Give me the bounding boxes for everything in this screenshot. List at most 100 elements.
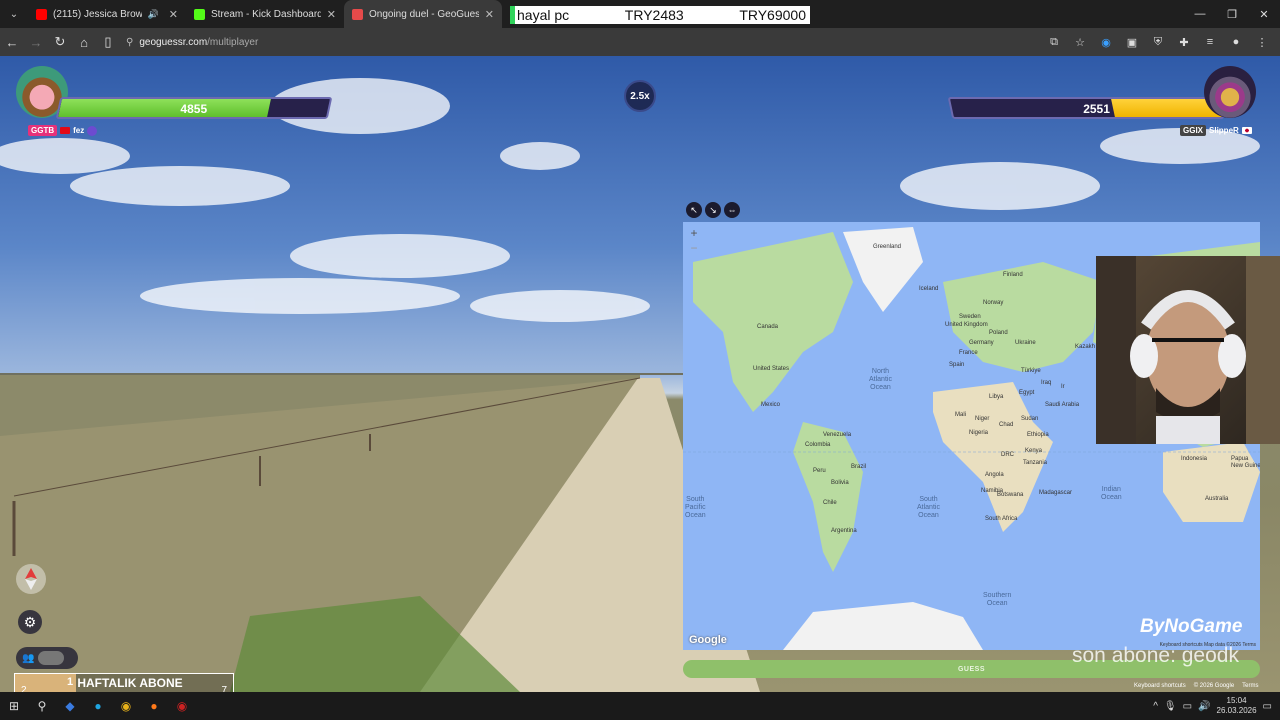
map-label: Ukraine [1015,340,1036,346]
map-label: Ethiopia [1027,432,1049,438]
map-zoom-controls: + − [687,226,701,255]
tab-favicon-icon [36,8,47,20]
spectators-button[interactable]: 👥 [16,647,78,669]
sub-goal-number: 1 [67,676,74,688]
ocean-label: North Atlantic Ocean [869,368,892,391]
compass-icon[interactable] [16,564,46,594]
app-icon-2[interactable]: ● [84,692,112,720]
firefox-icon[interactable]: ● [140,692,168,720]
map-enlarge-icon[interactable]: ↖ [686,202,702,218]
network-icon[interactable]: ▭ [1183,701,1192,712]
map-shrink-icon[interactable]: ↘ [705,202,721,218]
zoom-out-button[interactable]: − [687,241,701,255]
map-label: Chile [823,500,837,506]
last-subscriber: son abone: geodk [1072,644,1239,667]
volume-icon[interactable]: 🔊 [1198,701,1210,712]
map-label: Spain [949,362,965,368]
reload-button[interactable]: ↻ [48,30,72,54]
streetview-panorama[interactable]: 4855 GGTB fez 2.5x 2551 GGIX SlippeR ↖ ↘… [0,56,1280,692]
extension-icon-1[interactable]: ◉ [1094,30,1118,54]
terms-link[interactable]: Terms [1242,683,1258,689]
tab-favicon-icon [194,8,205,20]
map-label: Colombia [805,442,831,448]
windows-start-icon[interactable]: ⊞ [0,692,28,720]
tab-audio-icon[interactable]: 🔊 [148,9,159,20]
map-label: Libya [989,394,1004,400]
profile-avatar[interactable]: ● [1224,30,1248,54]
bookmark-star-icon[interactable]: ☆ [1068,30,1092,54]
puzzle-icon[interactable]: ✚ [1172,30,1196,54]
map-label: Brazil [851,464,867,470]
zoom-in-button[interactable]: + [687,226,701,240]
tab-close-icon[interactable]: ✕ [169,8,178,21]
clock[interactable]: 15:04 26.03.2026 [1217,696,1257,716]
map-label: Türkiye [1021,368,1041,374]
tab-close-icon[interactable]: ✕ [485,8,494,21]
keyboard-shortcuts-link[interactable]: Keyboard shortcuts [1134,683,1186,689]
map-label: Poland [989,330,1008,336]
back-button[interactable]: ← [0,30,24,54]
tab-title: (2115) Jessica Brown-Findla [53,8,142,20]
copyright-text: © 2026 Google [1193,683,1235,689]
map-label: Kazakh [1075,344,1096,350]
tab-search-button[interactable]: ⌄ [0,0,28,28]
map-pin-icon[interactable]: ⇔ [724,202,740,218]
reading-list-icon[interactable]: ≡ [1198,30,1222,54]
map-label: Saudi Arabia [1045,402,1080,408]
ocean-label: South Atlantic Ocean [917,496,940,519]
sub-goal-widget: 2 1 HAFTALIK ABONE HEDEF 7 [14,673,234,692]
sub-goal-target: 7 [221,685,227,692]
home-button[interactable]: ⌂ [72,30,96,54]
url-host: geoguessr.com [139,36,208,48]
tray-chevron-icon[interactable]: ^ [1153,701,1158,712]
site-info-icon[interactable]: ⚲ [126,37,133,48]
map-label: France [959,350,978,356]
map-label: United Kingdom [945,322,988,328]
map-label: Niger [975,416,990,422]
menu-icon[interactable]: ⋮ [1250,30,1274,54]
search-icon[interactable]: ⚲ [28,692,56,720]
restore-button[interactable]: ❐ [1216,0,1248,28]
map-label: Nigeria [969,430,989,436]
map-label: Bolivia [831,480,849,486]
browser-tab[interactable]: Ongoing duel - GeoGuessr ✕ [344,0,502,28]
player-left-health-bar: 4855 [55,97,333,119]
settings-gear-icon[interactable]: ⚙ [18,610,42,634]
url-field[interactable]: ⚲ geoguessr.com/multiplayer [126,37,1042,48]
browser-tab[interactable]: Stream - Kick Dashboard ✕ [186,0,344,28]
map-label: Sweden [959,314,981,320]
map-label: Mexico [761,402,781,408]
extension-icon-2[interactable]: ▣ [1120,30,1144,54]
map-label: Kenya [1025,448,1043,454]
map-label: United States [753,366,790,372]
system-tray: ^ 🎙 ▭ 🔊 15:04 26.03.2026 ▭ [1153,696,1280,716]
browser-tab[interactable]: (2115) Jessica Brown-Findla 🔊 ✕ [28,0,186,28]
chrome-icon[interactable]: ◉ [112,692,140,720]
streetview-footer: Keyboard shortcuts © 2026 Google Terms [1134,683,1259,689]
sidebar-toggle-icon[interactable]: ▯ [96,30,120,54]
clock-date: 26.03.2026 [1216,706,1257,715]
windows-taskbar: ⊞ ⚲ ◆ ● ◉ ● ◉ ^ 🎙 ▭ 🔊 15:04 26.03.2026 ▭ [0,692,1280,720]
tab-favicon-icon [352,8,363,20]
map-label: Egypt [1019,390,1035,396]
map-label: Botswana [997,492,1024,498]
forward-button[interactable]: → [24,30,48,54]
mic-icon[interactable]: 🎙 [1164,701,1177,712]
tab-close-icon[interactable]: ✕ [327,8,336,21]
app-icon-1[interactable]: ◆ [56,692,84,720]
minimize-button[interactable]: — [1184,0,1216,28]
spectators-icon: 👥 [22,652,35,664]
notification-icon[interactable]: ▭ [1263,701,1272,712]
sub-goal-title: HAFTALIK ABONE HEDEF [77,676,183,692]
map-label: Norway [983,300,1004,306]
player-right-health-bar: 2551 [947,97,1225,119]
screen: ⌄ (2115) Jessica Brown-Findla🔊✕Stream - … [0,0,1280,720]
map-label: Chad [999,422,1014,428]
obs-icon[interactable]: ◉ [168,692,196,720]
player-left-clan: GGTB [28,125,58,136]
shield-icon[interactable]: ⛨ [1146,30,1170,54]
close-window-button[interactable]: ✕ [1248,0,1280,28]
install-app-icon[interactable]: ⧉ [1042,30,1066,54]
player-right-clan: GGIX [1180,125,1207,136]
window-controls: — ❐ ✕ [1184,0,1280,28]
